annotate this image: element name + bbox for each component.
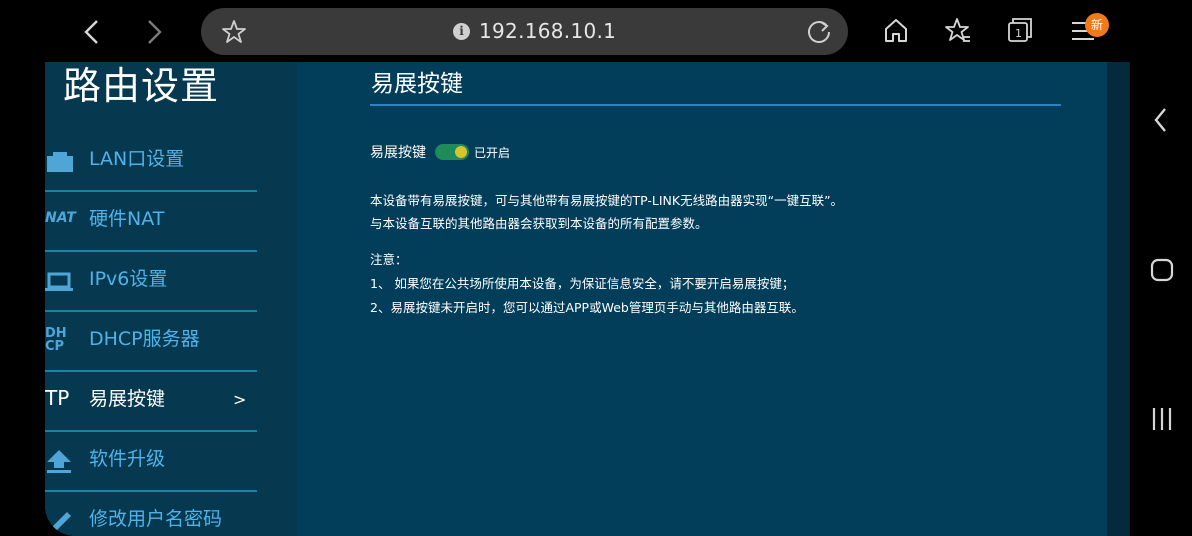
main-content: 易展按键 易展按键 已开启 本设备带有易展按键，可与其他带有易展按键的TP-LI… [297,62,1107,536]
bookmark-star-icon[interactable] [221,19,247,45]
reload-icon[interactable] [805,18,833,46]
url-text[interactable]: 192.168.10.1 [479,19,616,43]
tabs-icon[interactable]: 1 [1006,16,1034,44]
switch-label: 易展按键 [370,145,426,161]
chevron-right-icon [148,20,162,44]
description-line-1: 本设备带有易展按键，可与其他带有易展按键的TP-LINK无线路由器实现“一键互联… [370,193,844,208]
description-line-2: 与本设备互联的其他路由器会获取到本设备的所有配置参数。 [370,216,708,231]
router-admin-page: 路由设置 LAN口设置 NAT 硬件NAT IPv6设置 DH CP DHCP服… [45,62,1130,536]
sidebar-item-nat[interactable]: NAT 硬件NAT [45,190,257,252]
title-divider [370,104,1061,106]
bookmarks-icon[interactable] [944,16,972,44]
sidebar-item-password[interactable]: 修改用户名密码 [45,490,257,536]
switch-state-text: 已开启 [474,145,511,160]
easy-key-switch-row: 易展按键 已开启 [370,142,510,162]
page-title: 易展按键 [371,71,463,97]
note-item-2: 2、易展按键未开启时，您可以通过APP或Web管理页手动与其他路由器互联。 [370,300,804,315]
android-back-icon[interactable] [1152,106,1170,134]
sidebar-item-label: IPv6设置 [89,268,168,290]
browser-toolbar: i 192.168.10.1 1 新 [0,0,1130,62]
sidebar-item-upgrade[interactable]: 软件升级 [45,430,257,492]
upload-icon [47,450,71,473]
sidebar-item-label: DHCP服务器 [89,328,200,350]
sidebar-item-dhcp[interactable]: DH CP DHCP服务器 [45,310,257,372]
android-home-icon[interactable] [1150,258,1174,282]
tp-icon: TP [45,386,70,410]
back-button[interactable] [76,14,108,50]
android-nav-bar [1130,0,1192,536]
sidebar: 路由设置 LAN口设置 NAT 硬件NAT IPv6设置 DH CP DHCP服… [45,62,297,536]
site-info-icon[interactable]: i [453,23,470,40]
address-bar[interactable]: i 192.168.10.1 [201,8,848,55]
pencil-icon [50,512,71,533]
sidebar-item-easy-key[interactable]: TP 易展按键 > [45,370,257,432]
sidebar-item-label: 硬件NAT [89,208,165,230]
forward-button[interactable] [138,14,170,50]
sidebar-item-label: 易展按键 [89,388,166,410]
toggle-knob [455,146,467,158]
network-port-icon [47,152,73,172]
home-icon[interactable] [882,16,910,44]
sidebar-item-ipv6[interactable]: IPv6设置 [45,250,257,312]
note-item-1: 1、 如果您在公共场所使用本设备，为保证信息安全，请不要开启易展按键； [370,276,795,291]
nat-icon: NAT [45,210,76,226]
note-title: 注意： [370,252,408,267]
android-recents-icon[interactable] [1150,406,1174,432]
sidebar-title: 路由设置 [63,64,220,108]
sidebar-item-label: LAN口设置 [89,148,185,170]
svg-text:1: 1 [1015,27,1022,40]
dhcp-icon: DH CP [45,326,67,354]
sidebar-item-label: 软件升级 [89,448,166,470]
laptop-icon [45,272,73,291]
sidebar-item-label: 修改用户名密码 [89,508,223,530]
active-arrow: > [233,390,247,409]
sidebar-item-lan[interactable]: LAN口设置 [45,130,257,192]
menu-new-badge: 新 [1085,13,1109,37]
content-right-edge [1107,62,1130,536]
chevron-left-icon [84,20,98,44]
easy-key-toggle[interactable] [435,144,469,160]
